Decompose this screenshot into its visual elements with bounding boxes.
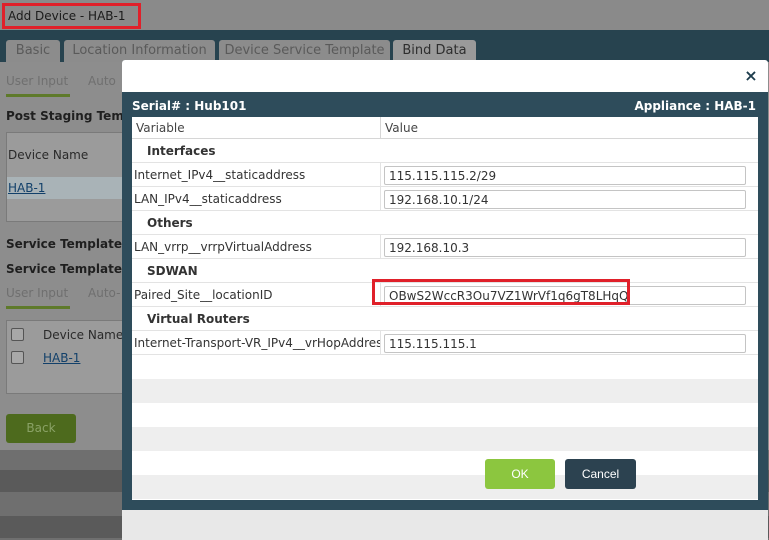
group-label: SDWAN bbox=[147, 264, 198, 278]
subtab-auto-2[interactable]: Auto- bbox=[88, 286, 120, 300]
table-row: Internet_IPv4__staticaddress bbox=[132, 163, 758, 187]
device-name-header: Device Name bbox=[8, 148, 89, 162]
variable-value-input[interactable] bbox=[384, 166, 746, 185]
tab-basic[interactable]: Basic bbox=[6, 40, 60, 62]
variables-table: Variable Value Interfaces Internet_IPv4_… bbox=[132, 117, 758, 500]
table-row: LAN_IPv4__staticaddress bbox=[132, 187, 758, 211]
cancel-button[interactable]: Cancel bbox=[565, 459, 636, 489]
empty-row bbox=[132, 403, 758, 427]
variable-value-input[interactable] bbox=[384, 334, 746, 353]
modal-info-bar: Serial# : Hub101 Appliance : HAB-1 bbox=[122, 98, 768, 116]
group-label: Others bbox=[147, 216, 193, 230]
table-row: Internet-Transport-VR_IPv4__vrHopAddress bbox=[132, 331, 758, 355]
ok-button[interactable]: OK bbox=[485, 459, 555, 489]
empty-row bbox=[132, 355, 758, 379]
column-header-value: Value bbox=[385, 121, 418, 135]
group-row-virtual-routers: Virtual Routers bbox=[132, 307, 758, 331]
variable-name: Internet-Transport-VR_IPv4__vrHopAddress bbox=[134, 331, 381, 355]
group-row-interfaces: Interfaces bbox=[132, 139, 758, 163]
group-label: Virtual Routers bbox=[147, 312, 250, 326]
back-button[interactable]: Back bbox=[6, 414, 76, 443]
device-link-2[interactable]: HAB-1 bbox=[43, 351, 80, 365]
empty-row bbox=[132, 451, 758, 475]
device-name-header-2: Device Name bbox=[43, 328, 124, 342]
close-icon[interactable]: × bbox=[743, 67, 759, 85]
variable-value-input[interactable] bbox=[384, 286, 746, 305]
empty-row bbox=[132, 475, 758, 499]
variable-name: LAN_IPv4__staticaddress bbox=[134, 187, 381, 211]
select-all-checkbox[interactable] bbox=[11, 328, 24, 341]
variable-value-input[interactable] bbox=[384, 238, 746, 257]
tab-location-information[interactable]: Location Information bbox=[64, 40, 215, 62]
group-row-others: Others bbox=[132, 211, 758, 235]
tab-bind-data[interactable]: Bind Data bbox=[393, 40, 476, 62]
service-template-table: Device Name HAB-1 bbox=[6, 320, 124, 394]
empty-row bbox=[132, 379, 758, 403]
column-header-variable: Variable bbox=[132, 117, 381, 139]
row-checkbox[interactable] bbox=[11, 351, 24, 364]
page-title: Add Device - HAB-1 bbox=[2, 3, 141, 29]
subtab-active-indicator bbox=[6, 94, 70, 97]
subtab-user-input-2[interactable]: User Input bbox=[6, 286, 68, 300]
variable-name: Paired_Site__locationID bbox=[134, 283, 381, 307]
variable-name: LAN_vrrp__vrrpVirtualAddress bbox=[134, 235, 381, 259]
group-label: Interfaces bbox=[147, 144, 216, 158]
variable-value-input[interactable] bbox=[384, 190, 746, 209]
table-header: Variable Value bbox=[132, 117, 758, 139]
device-link[interactable]: HAB-1 bbox=[8, 181, 45, 195]
background-tabbar: Basic Location Information Device Servic… bbox=[0, 30, 769, 62]
appliance-name: Appliance : HAB-1 bbox=[634, 99, 756, 113]
subtab-auto[interactable]: Auto bbox=[88, 74, 116, 88]
serial-number: Serial# : Hub101 bbox=[132, 99, 247, 113]
modal-header: × bbox=[122, 60, 768, 92]
tab-device-service-template[interactable]: Device Service Template bbox=[219, 40, 390, 62]
variable-name: Internet_IPv4__staticaddress bbox=[134, 163, 381, 187]
subtab-active-indicator-2 bbox=[6, 306, 70, 309]
table-row: LAN_vrrp__vrrpVirtualAddress bbox=[132, 235, 758, 259]
background-titlebar: Add Device - HAB-1 bbox=[0, 0, 769, 30]
service-templates-label: Service Templates : bbox=[6, 262, 139, 276]
post-staging-table: Device Name HAB-1 bbox=[6, 132, 124, 222]
empty-row bbox=[132, 427, 758, 451]
group-row-sdwan: SDWAN bbox=[132, 259, 758, 283]
table-row: Paired_Site__locationID bbox=[132, 283, 758, 307]
modal-footer bbox=[122, 510, 768, 540]
bind-data-modal: × Serial# : Hub101 Appliance : HAB-1 Var… bbox=[122, 60, 768, 540]
subtab-user-input[interactable]: User Input bbox=[6, 74, 68, 88]
